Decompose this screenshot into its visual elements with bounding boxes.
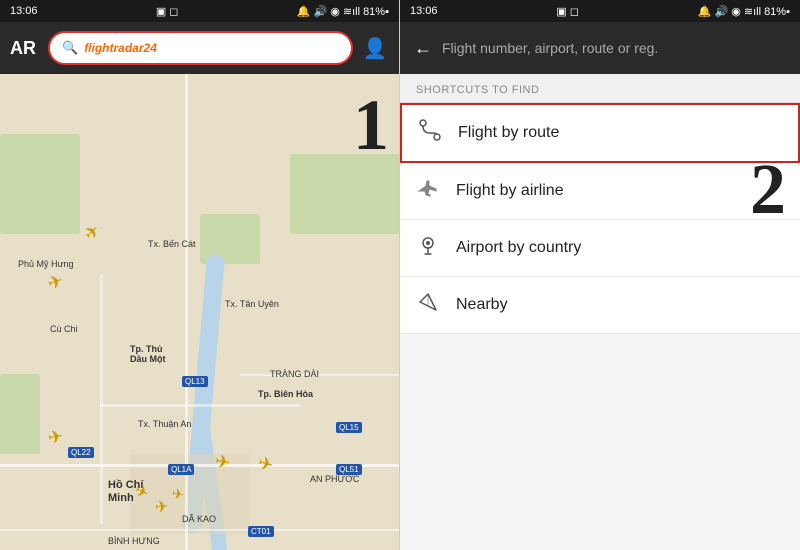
city-label-minh: Minh: [108, 492, 134, 504]
road: [240, 374, 399, 376]
status-bar-right: 13:06 ▣ ◻ 🔔 🔊 ◉ ≋ıll 81%▪: [400, 0, 800, 22]
plane-icon: ✈: [80, 220, 106, 246]
plane-icon: ✈: [46, 426, 65, 449]
city-label-tan-uyen: Tx. Tân Uyên: [225, 299, 279, 309]
menu-item-nearby[interactable]: Nearby: [400, 277, 800, 334]
route-ql1a: QL1A: [168, 464, 194, 475]
road: [100, 404, 300, 407]
profile-icon[interactable]: 👤: [361, 36, 389, 61]
flight-by-route-label: Flight by route: [458, 124, 559, 142]
time-left: 13:06: [10, 5, 38, 17]
map-area[interactable]: Phủ Mỹ Hưng Tx. Bến Cát Tx. Tân Uyên Tp.…: [0, 74, 399, 550]
plane-icon: ✈: [256, 452, 276, 476]
route-ct01: CT01: [248, 526, 274, 537]
plane-icon: ✈: [171, 485, 185, 503]
map-green-area: [0, 374, 40, 454]
map-green-area: [0, 134, 80, 234]
flight-by-airline-label: Flight by airline: [456, 182, 564, 200]
map-background: Phủ Mỹ Hưng Tx. Bến Cát Tx. Tân Uyên Tp.…: [0, 74, 399, 550]
right-icons-right: 🔔 🔊 ◉ ≋ıll 81%▪: [698, 5, 790, 18]
city-label-thuan-an: Tx. Thuận An: [138, 419, 191, 429]
menu-item-airport-by-country[interactable]: Airport by country: [400, 220, 800, 277]
plane-icon: ✈: [45, 270, 66, 295]
left-panel: 13:06 ▣ ◻ 🔔 🔊 ◉ ≋ıll 81%▪ AR 🔍 flightrad…: [0, 0, 400, 550]
road: [0, 529, 399, 531]
road: [100, 274, 103, 524]
city-label-an-phuoc: AN PHƯỚC: [310, 474, 359, 484]
back-arrow-icon[interactable]: ←: [414, 38, 432, 59]
nearby-label: Nearby: [456, 296, 508, 314]
top-bar-left: AR 🔍 flightradar24 👤: [0, 22, 399, 74]
left-icons-right: ▣ ◻: [556, 5, 579, 18]
search-box[interactable]: 🔍 flightradar24: [48, 31, 353, 65]
flightradar-logo: flightradar24: [84, 41, 157, 55]
shortcuts-label: SHORTCUTS TO FIND: [400, 74, 800, 103]
city-label-trang-dai: TRÀNG DÀI: [270, 369, 319, 379]
route-ql13: QL13: [182, 376, 208, 387]
city-label-bien-hoa: Tp. Biên Hòa: [258, 389, 313, 399]
right-icons-left: 🔔 🔊 ◉ ≋ıll 81%▪: [297, 5, 389, 18]
menu-item-flight-by-airline[interactable]: Flight by airline: [400, 163, 800, 220]
city-label-da-kao: DÃ KAO: [182, 514, 216, 524]
search-hint: Flight number, airport, route or reg.: [442, 40, 658, 56]
road: [185, 74, 188, 550]
menu-item-flight-by-route[interactable]: Flight by route: [400, 103, 800, 163]
right-panel: 13:06 ▣ ◻ 🔔 🔊 ◉ ≋ıll 81%▪ ← Flight numbe…: [400, 0, 800, 550]
city-label-cu-chi: Cù Chi: [50, 324, 78, 334]
airport-by-country-label: Airport by country: [456, 239, 581, 257]
route-ql15: QL15: [336, 422, 362, 433]
left-icons: ▣ ◻: [156, 5, 179, 18]
city-label-phu-my-hung: Phủ Mỹ Hưng: [18, 259, 74, 269]
plane-icon: ✈: [154, 496, 169, 517]
search-icon: 🔍: [62, 40, 78, 56]
status-bar-left: 13:06 ▣ ◻ 🔔 🔊 ◉ ≋ıll 81%▪: [0, 0, 399, 22]
city-label-ben-cat: Tx. Bến Cát: [148, 239, 196, 249]
route-ql51: QL51: [336, 464, 362, 475]
shortcuts-section: SHORTCUTS TO FIND Flight by route Flight…: [400, 74, 800, 550]
city-label-binh-hung: BÌNH HƯNG: [108, 536, 160, 546]
nearby-icon: [416, 291, 440, 319]
panel-number-1: 1: [353, 84, 389, 167]
airport-icon: [416, 234, 440, 262]
route-ql22: QL22: [68, 447, 94, 458]
airline-icon: [416, 177, 440, 205]
route-icon: [418, 119, 442, 147]
search-header[interactable]: ← Flight number, airport, route or reg.: [400, 22, 800, 74]
time-right: 13:06: [410, 5, 438, 17]
ar-label: AR: [10, 38, 40, 59]
city-label-thu-dau-mot: Tp. ThủDầu Một: [130, 344, 166, 364]
